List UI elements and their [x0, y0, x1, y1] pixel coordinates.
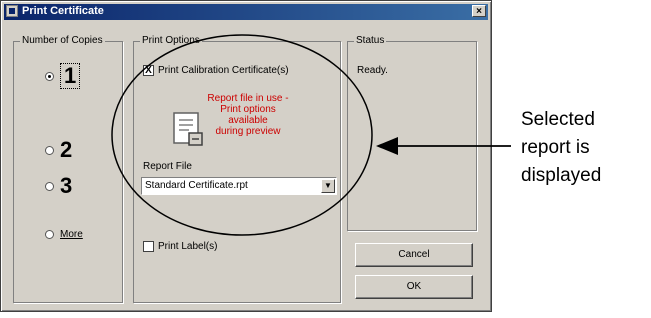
copies-radio-more[interactable]: More	[45, 229, 83, 240]
dialog-title: Print Certificate	[22, 5, 104, 17]
report-in-use-message: Report file in use - Print options avail…	[203, 93, 293, 137]
report-file-select[interactable]: Standard Certificate.rpt ▼	[141, 177, 337, 195]
checkbox-box: X	[143, 65, 154, 76]
copies-option-label: More	[60, 229, 83, 240]
report-in-use-icon	[173, 112, 203, 146]
ok-button[interactable]: OK	[355, 275, 473, 299]
caption-line: displayed	[521, 165, 602, 186]
radio-dot	[45, 145, 54, 155]
calibration-checkbox[interactable]: X Print Calibration Certificate(s)	[143, 65, 289, 76]
app-icon	[6, 5, 18, 17]
print-options-group: Print Options	[133, 35, 341, 303]
copies-option-label: 3	[60, 173, 73, 198]
labels-checkbox[interactable]: Print Label(s)	[143, 241, 217, 252]
checkbox-label: Print Calibration Certificate(s)	[158, 65, 289, 76]
report-file-label: Report File	[143, 161, 192, 172]
title-bar[interactable]: Print Certificate ×	[4, 4, 488, 20]
radio-dot	[45, 181, 54, 191]
report-file-value: Standard Certificate.rpt	[145, 180, 248, 191]
caption-line: Selected	[521, 109, 595, 130]
copies-option-label: 2	[60, 137, 73, 162]
copies-option-label: 1	[60, 63, 81, 89]
copies-radio-3[interactable]: 3	[45, 173, 72, 199]
close-button[interactable]: ×	[472, 5, 486, 17]
checkbox-label: Print Label(s)	[158, 241, 218, 252]
radio-dot	[45, 71, 54, 81]
caption-line: report is	[521, 137, 590, 158]
copies-radio-1[interactable]: 1	[45, 63, 81, 89]
print-options-legend: Print Options	[140, 35, 202, 46]
print-certificate-dialog: Print Certificate × Number of Copies 1 2…	[0, 0, 492, 312]
radio-dot	[45, 230, 54, 239]
copies-legend: Number of Copies	[20, 35, 105, 46]
warning-line: Print options available	[220, 104, 276, 126]
cancel-button[interactable]: Cancel	[355, 243, 473, 267]
chevron-down-icon[interactable]: ▼	[321, 179, 335, 193]
annotation-caption: Selected report is displayed	[521, 106, 651, 190]
status-legend: Status	[354, 35, 387, 46]
copies-radio-2[interactable]: 2	[45, 137, 72, 163]
warning-line: Report file in use -	[207, 93, 289, 104]
checkbox-box	[143, 241, 154, 252]
status-text: Ready.	[357, 65, 388, 76]
warning-line: during preview	[215, 126, 281, 137]
